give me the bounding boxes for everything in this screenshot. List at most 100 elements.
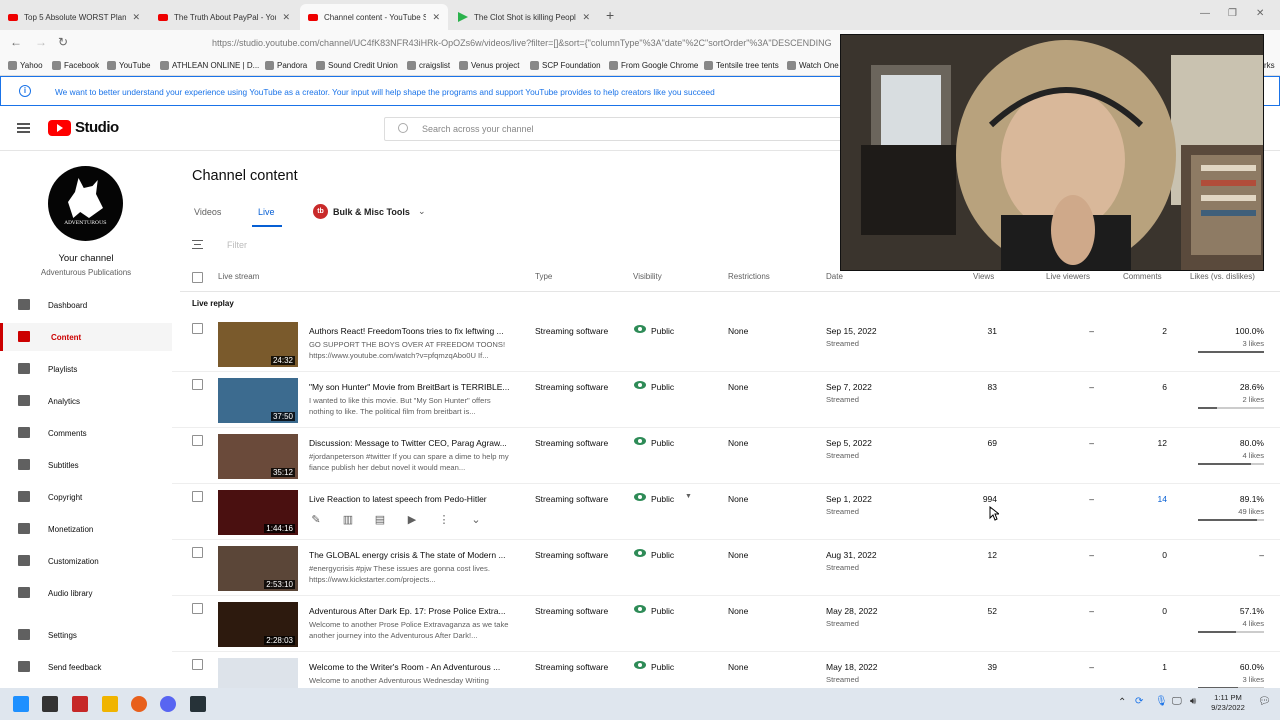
file-explorer-icon[interactable]: [102, 696, 118, 712]
analytics-icon[interactable]: ▥: [340, 513, 356, 526]
clock[interactable]: 1:11 PM 9/23/2022: [1208, 693, 1248, 713]
visibility-dropdown-icon[interactable]: ▼: [685, 493, 692, 500]
tray-chevron-icon[interactable]: ⌃: [1118, 697, 1126, 708]
sidebar-item-monetization[interactable]: Monetization: [0, 515, 172, 543]
network-icon[interactable]: 🖵︎: [1172, 696, 1182, 707]
row-checkbox[interactable]: [192, 435, 203, 446]
row-checkbox[interactable]: [192, 603, 203, 614]
avatar[interactable]: ADVENTUROUS: [48, 166, 123, 241]
bookmark-item[interactable]: From Google Chrome: [609, 61, 698, 70]
restore-icon[interactable]: ❐: [1228, 8, 1237, 19]
mic-icon[interactable]: 🎙︎: [1155, 696, 1168, 707]
row-checkbox[interactable]: [192, 659, 203, 670]
back-icon[interactable]: ←: [10, 35, 22, 49]
chevron-down-icon[interactable]: ⌄: [418, 206, 426, 217]
bookmark-item[interactable]: Tentsile tree tents: [704, 61, 779, 70]
sidebar-item-playlists[interactable]: Playlists: [0, 355, 172, 383]
video-title[interactable]: Live Reaction to latest speech from Pedo…: [309, 494, 509, 504]
row-checkbox[interactable]: [192, 491, 203, 502]
notifications-icon[interactable]: 💬︎: [1258, 696, 1271, 707]
minimize-icon[interactable]: —: [1200, 8, 1210, 19]
video-thumbnail[interactable]: 37:50: [218, 378, 298, 423]
browser-tab[interactable]: Top 5 Absolute WORST Planeti ✕: [0, 4, 148, 30]
visibility-value[interactable]: Public: [651, 494, 674, 504]
bookmark-item[interactable]: SCP Foundation: [530, 61, 601, 70]
tubebuddy-icon[interactable]: tb: [313, 204, 328, 219]
row-checkbox[interactable]: [192, 379, 203, 390]
tubebuddy-icon[interactable]: ⌄: [468, 513, 484, 526]
close-tab-icon[interactable]: ✕: [282, 12, 290, 23]
close-tab-icon[interactable]: ✕: [432, 12, 440, 23]
discord-icon[interactable]: [160, 696, 176, 712]
table-row[interactable]: 2:28:03 Adventurous After Dark Ep. 17: Pr…: [172, 596, 1280, 652]
browser-tab[interactable]: The Clot Shot is killing People ✕: [450, 4, 598, 30]
windows-start-icon[interactable]: [13, 696, 29, 712]
col-date[interactable]: Date: [826, 272, 843, 281]
sidebar-item-settings[interactable]: Settings: [0, 621, 172, 649]
volume-icon[interactable]: 🔊︎: [1190, 696, 1196, 707]
video-thumbnail[interactable]: 35:12: [218, 434, 298, 479]
row-checkbox[interactable]: [192, 323, 203, 334]
sidebar-item-content[interactable]: Content: [0, 323, 172, 351]
sidebar-item-dashboard[interactable]: Dashboard: [0, 291, 172, 319]
sidebar-item-analytics[interactable]: Analytics: [0, 387, 172, 415]
filter-input[interactable]: Filter: [227, 240, 247, 250]
edit-icon[interactable]: ✎: [308, 513, 324, 526]
bookmark-item[interactable]: ATHLEAN ONLINE | D...: [160, 61, 259, 70]
video-title[interactable]: Authors React! FreedomToons tries to fix…: [309, 326, 509, 336]
obs-icon[interactable]: [190, 696, 206, 712]
sidebar-item-copyright[interactable]: Copyright: [0, 483, 172, 511]
close-tab-icon[interactable]: ✕: [582, 12, 590, 23]
bookmark-item[interactable]: Sound Credit Union: [316, 61, 398, 70]
video-thumbnail[interactable]: 1:44:16: [218, 490, 298, 535]
video-title[interactable]: The GLOBAL energy crisis & The state of …: [309, 550, 509, 560]
comments-value[interactable]: 14: [1158, 494, 1167, 504]
sync-icon[interactable]: ⟳: [1135, 696, 1143, 707]
sidebar-item-customization[interactable]: Customization: [0, 547, 172, 575]
bookmark-item[interactable]: Yahoo: [8, 61, 43, 70]
menu-icon[interactable]: [17, 123, 30, 133]
bookmark-item[interactable]: craigslist: [407, 61, 450, 70]
search-input[interactable]: Search across your channel: [384, 117, 854, 141]
bookmark-item[interactable]: Facebook: [52, 61, 99, 70]
youtube-logo-icon[interactable]: [48, 120, 71, 136]
studio-logo-text[interactable]: Studio: [75, 119, 119, 136]
banner-text[interactable]: We want to better understand your experi…: [55, 87, 715, 97]
firefox-icon[interactable]: [131, 696, 147, 712]
new-tab-button[interactable]: +: [606, 7, 614, 23]
youtube-icon[interactable]: ▶: [404, 513, 420, 526]
select-all-checkbox[interactable]: [192, 272, 203, 283]
sidebar-item-subtitles[interactable]: Subtitles: [0, 451, 172, 479]
bookmark-item[interactable]: Pandora: [265, 61, 307, 70]
table-row[interactable]: 37:50 "My son Hunter" Movie from BreitBar…: [172, 372, 1280, 428]
table-row[interactable]: 35:12 Discussion: Message to Twitter CEO,…: [172, 428, 1280, 484]
tab-live[interactable]: Live: [258, 207, 275, 217]
bookmark-item[interactable]: Watch One: [787, 61, 839, 70]
row-checkbox[interactable]: [192, 547, 203, 558]
bulk-tools-button[interactable]: Bulk & Misc Tools: [333, 207, 410, 217]
video-thumbnail[interactable]: 2:28:03: [218, 602, 298, 647]
video-title[interactable]: Welcome to the Writer's Room - An Advent…: [309, 662, 509, 672]
table-row[interactable]: 1:44:16 Live Reaction to latest speech fr…: [172, 484, 1280, 540]
video-thumbnail[interactable]: 24:32: [218, 322, 298, 367]
video-title[interactable]: Adventurous After Dark Ep. 17: Prose Pol…: [309, 606, 509, 616]
bookmark-item[interactable]: Venus project: [459, 61, 519, 70]
bookmarks-overflow[interactable]: rks: [1264, 61, 1275, 70]
forward-icon[interactable]: →: [35, 35, 47, 49]
close-window-icon[interactable]: ✕: [1256, 8, 1264, 19]
more-options-icon[interactable]: ⋮: [436, 513, 452, 526]
comments-icon[interactable]: ▤: [372, 513, 388, 526]
close-tab-icon[interactable]: ✕: [132, 12, 140, 23]
sidebar-item-audio-library[interactable]: Audio library: [0, 579, 172, 607]
reload-icon[interactable]: ↻: [58, 35, 68, 49]
vote-app-icon[interactable]: [72, 696, 88, 712]
video-title[interactable]: Discussion: Message to Twitter CEO, Para…: [309, 438, 509, 448]
bookmark-item[interactable]: YouTube: [107, 61, 150, 70]
video-title[interactable]: "My son Hunter" Movie from BreitBart is …: [309, 382, 509, 392]
tab-videos[interactable]: Videos: [194, 207, 221, 217]
task-view-icon[interactable]: [42, 696, 58, 712]
sidebar-item-send-feedback[interactable]: Send feedback: [0, 653, 172, 681]
browser-tab[interactable]: The Truth About PayPal - YouT ✕: [150, 4, 298, 30]
table-row[interactable]: 2:53:10 The GLOBAL energy crisis & The st…: [172, 540, 1280, 596]
filter-icon[interactable]: [192, 240, 203, 249]
